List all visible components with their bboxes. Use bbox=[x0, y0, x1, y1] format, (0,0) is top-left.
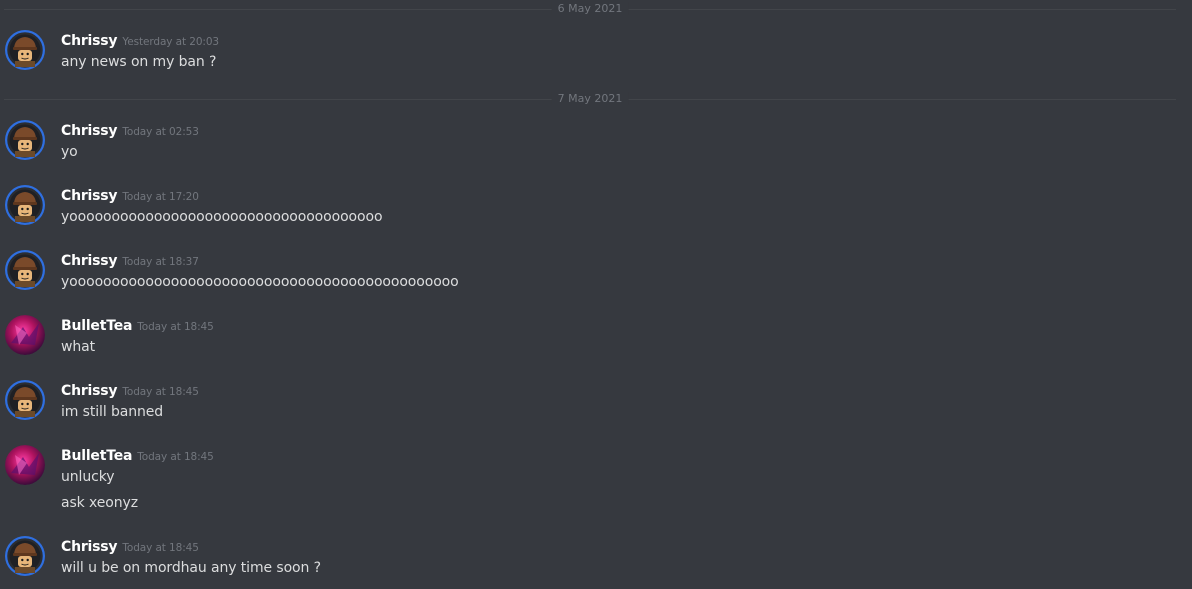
lego-minifig-avatar-icon bbox=[5, 380, 45, 420]
message-header: Chrissy Today at 02:53 bbox=[61, 120, 199, 140]
timestamp: Today at 17:20 bbox=[122, 191, 199, 203]
username[interactable]: Chrissy bbox=[61, 188, 118, 204]
username[interactable]: Chrissy bbox=[61, 539, 118, 555]
username[interactable]: Chrissy bbox=[61, 123, 118, 139]
avatar[interactable] bbox=[5, 120, 45, 160]
timestamp: Today at 18:45 bbox=[137, 321, 214, 333]
date-divider: 7 May 2021 bbox=[4, 92, 1176, 105]
abstract-magenta-avatar-icon bbox=[5, 315, 45, 355]
message-header: BulletTea Today at 18:45 bbox=[61, 445, 214, 465]
timestamp: Today at 18:45 bbox=[137, 451, 214, 463]
message-text: yooooooooooooooooooooooooooooooooooooo bbox=[61, 209, 383, 225]
timestamp: Yesterday at 20:03 bbox=[122, 36, 220, 48]
date-divider-label: 7 May 2021 bbox=[551, 92, 629, 105]
timestamp: Today at 18:37 bbox=[122, 256, 199, 268]
username[interactable]: BulletTea bbox=[61, 448, 132, 464]
timestamp: Today at 18:45 bbox=[122, 542, 199, 554]
avatar[interactable] bbox=[5, 250, 45, 290]
lego-minifig-avatar-icon bbox=[5, 250, 45, 290]
avatar[interactable] bbox=[5, 30, 45, 70]
abstract-magenta-avatar-icon bbox=[5, 445, 45, 485]
message-text: yo bbox=[61, 144, 78, 160]
message-header: Chrissy Today at 18:45 bbox=[61, 536, 199, 556]
message-text: any news on my ban ? bbox=[61, 54, 217, 70]
timestamp: Today at 18:45 bbox=[122, 386, 199, 398]
date-divider: 6 May 2021 bbox=[4, 2, 1176, 15]
message-text: ask xeonyz bbox=[61, 495, 138, 511]
message-text: will u be on mordhau any time soon ? bbox=[61, 560, 321, 576]
lego-minifig-avatar-icon bbox=[5, 30, 45, 70]
username[interactable]: BulletTea bbox=[61, 318, 132, 334]
message-text: yooooooooooooooooooooooooooooooooooooooo… bbox=[61, 274, 459, 290]
lego-minifig-avatar-icon bbox=[5, 536, 45, 576]
avatar[interactable] bbox=[5, 185, 45, 225]
avatar[interactable] bbox=[5, 315, 45, 355]
lego-minifig-avatar-icon bbox=[5, 185, 45, 225]
username[interactable]: Chrissy bbox=[61, 33, 118, 49]
message-header: BulletTea Today at 18:45 bbox=[61, 315, 214, 335]
message-header: Chrissy Today at 17:20 bbox=[61, 185, 199, 205]
message-text: what bbox=[61, 339, 95, 355]
message-text: im still banned bbox=[61, 404, 164, 420]
message-text: unlucky bbox=[61, 469, 115, 485]
message-header: Chrissy Today at 18:45 bbox=[61, 380, 199, 400]
date-divider-label: 6 May 2021 bbox=[551, 2, 629, 15]
avatar[interactable] bbox=[5, 536, 45, 576]
username[interactable]: Chrissy bbox=[61, 383, 118, 399]
avatar[interactable] bbox=[5, 380, 45, 420]
message-header: Chrissy Today at 18:37 bbox=[61, 250, 199, 270]
lego-minifig-avatar-icon bbox=[5, 120, 45, 160]
avatar[interactable] bbox=[5, 445, 45, 485]
chat-messages-pane[interactable]: 6 May 2021 Chrissy Yesterday at 20:03 any… bbox=[0, 0, 1192, 589]
timestamp: Today at 02:53 bbox=[122, 126, 199, 138]
username[interactable]: Chrissy bbox=[61, 253, 118, 269]
message-header: Chrissy Yesterday at 20:03 bbox=[61, 30, 219, 50]
